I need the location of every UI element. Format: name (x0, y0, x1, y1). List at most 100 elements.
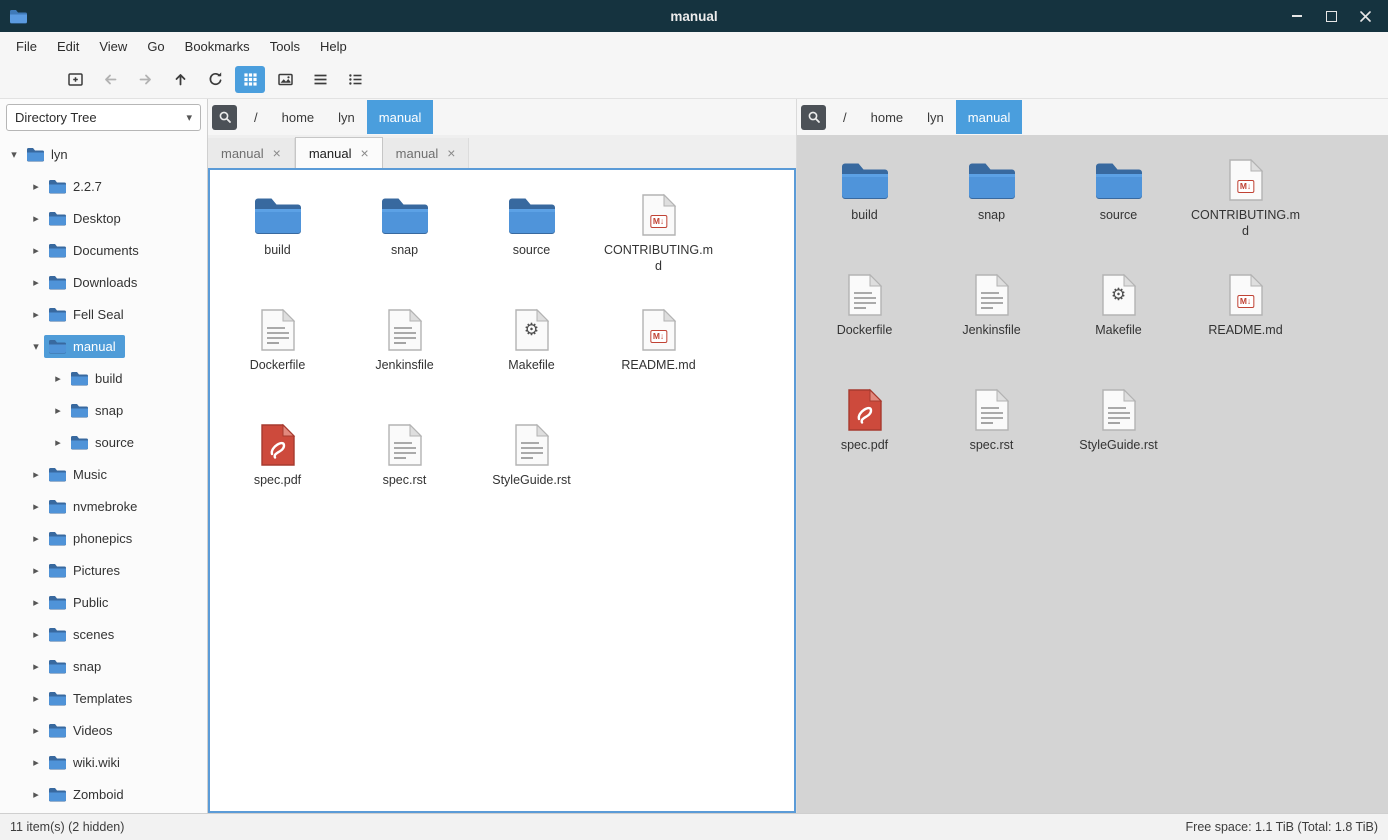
tree-item[interactable]: ▸ Zomboid (0, 778, 207, 810)
expander-icon[interactable]: ▾ (6, 148, 22, 161)
tree-item[interactable]: ▸ snap (0, 650, 207, 682)
tree-item[interactable]: ▾ manual (0, 330, 207, 362)
expander-icon[interactable]: ▸ (28, 564, 44, 577)
menu-item[interactable]: Go (137, 35, 174, 58)
expander-icon[interactable]: ▸ (28, 532, 44, 545)
menu-item[interactable]: View (89, 35, 137, 58)
file-item[interactable]: build (214, 180, 341, 289)
tree-item[interactable]: ▾ lyn (0, 138, 207, 170)
refresh-button[interactable] (200, 66, 230, 93)
file-item[interactable]: source (468, 180, 595, 289)
new-tab-button[interactable] (60, 66, 90, 93)
close-icon[interactable] (1358, 9, 1372, 23)
file-item[interactable]: spec.pdf (801, 375, 928, 484)
tab-close-icon[interactable]: × (273, 146, 281, 160)
file-item[interactable]: ⚙ Makefile (1055, 260, 1182, 369)
expander-icon[interactable]: ▾ (28, 340, 44, 353)
expander-icon[interactable]: ▸ (28, 500, 44, 513)
tree-item-body[interactable]: snap (66, 399, 132, 422)
file-view[interactable]: build snap source M↓ CONTRIBUTING.md (208, 168, 796, 813)
menu-item[interactable]: Bookmarks (175, 35, 260, 58)
up-button[interactable] (165, 66, 195, 93)
expander-icon[interactable]: ▸ (28, 308, 44, 321)
file-item[interactable]: snap (341, 180, 468, 289)
tree-item[interactable]: ▸ Templates (0, 682, 207, 714)
menu-item[interactable]: Edit (47, 35, 89, 58)
tree-item-body[interactable]: scenes (44, 623, 123, 646)
tree-item-body[interactable]: Documents (44, 239, 148, 262)
tree-item[interactable]: ▸ phonepics (0, 522, 207, 554)
expander-icon[interactable]: ▸ (28, 212, 44, 225)
tree-item[interactable]: ▸ Desktop (0, 202, 207, 234)
file-item[interactable]: Dockerfile (801, 260, 928, 369)
tree-item[interactable]: ▸ Music (0, 458, 207, 490)
expander-icon[interactable]: ▸ (28, 788, 44, 801)
tab[interactable]: manual × (383, 138, 470, 168)
tree-item-body[interactable]: snap (44, 655, 110, 678)
titlebar[interactable]: manual (0, 0, 1388, 32)
tree-item-body[interactable]: 2.2.7 (44, 175, 111, 198)
expander-icon[interactable]: ▸ (28, 468, 44, 481)
file-item[interactable]: M↓ CONTRIBUTING.md (595, 180, 722, 289)
tree-item-body[interactable]: lyn (22, 143, 77, 166)
file-item[interactable]: M↓ README.md (1182, 260, 1309, 369)
tree-item-body[interactable]: Music (44, 463, 116, 486)
file-item[interactable]: M↓ CONTRIBUTING.md (1182, 145, 1309, 254)
expander-icon[interactable]: ▸ (28, 244, 44, 257)
file-view[interactable]: build snap source M↓ CONTRIBUTING.md (797, 135, 1388, 813)
tree-item-body[interactable]: Public (44, 591, 117, 614)
file-item[interactable]: ⚙ Makefile (468, 295, 595, 404)
sidebar-mode-select[interactable]: Directory Tree ▾ (6, 104, 201, 131)
tree-item-body[interactable]: wiki.wiki (44, 751, 129, 774)
expander-icon[interactable]: ▸ (28, 628, 44, 641)
menu-item[interactable]: Help (310, 35, 357, 58)
breadcrumb-item[interactable]: home (859, 100, 916, 134)
file-item[interactable]: spec.pdf (214, 410, 341, 519)
tree-item-body[interactable]: phonepics (44, 527, 141, 550)
breadcrumb-item[interactable]: / (831, 100, 859, 134)
tree-item[interactable]: ▸ build (0, 362, 207, 394)
breadcrumb-item[interactable]: home (270, 100, 327, 134)
file-item[interactable]: snap (928, 145, 1055, 254)
file-item[interactable]: spec.rst (341, 410, 468, 519)
tree-item-body[interactable]: Desktop (44, 207, 130, 230)
expander-icon[interactable]: ▸ (50, 372, 66, 385)
tree-item[interactable]: ▸ Downloads (0, 266, 207, 298)
tab[interactable]: manual × (295, 137, 383, 168)
menu-item[interactable]: File (6, 35, 47, 58)
tree-item-body[interactable]: Fell Seal (44, 303, 133, 326)
tree-item[interactable]: ▸ Documents (0, 234, 207, 266)
expander-icon[interactable]: ▸ (28, 660, 44, 673)
file-item[interactable]: Dockerfile (214, 295, 341, 404)
tree-item[interactable]: ▸ snap (0, 394, 207, 426)
expander-icon[interactable]: ▸ (28, 692, 44, 705)
tree-item[interactable]: ▸ Public (0, 586, 207, 618)
breadcrumb-item[interactable]: / (242, 100, 270, 134)
file-item[interactable]: source (1055, 145, 1182, 254)
tree-item-body[interactable]: build (66, 367, 131, 390)
tree-item-body[interactable]: Downloads (44, 271, 146, 294)
expander-icon[interactable]: ▸ (50, 404, 66, 417)
breadcrumb-item[interactable]: manual (956, 100, 1023, 134)
file-item[interactable]: StyleGuide.rst (468, 410, 595, 519)
menu-item[interactable]: Tools (260, 35, 310, 58)
breadcrumb-item[interactable]: lyn (326, 100, 367, 134)
tree-item-body[interactable]: Zomboid (44, 783, 133, 806)
tab[interactable]: manual × (208, 138, 295, 168)
file-item[interactable]: StyleGuide.rst (1055, 375, 1182, 484)
detailed-list-view-button[interactable] (340, 66, 370, 93)
tree-item-body[interactable]: Templates (44, 687, 141, 710)
maximize-icon[interactable] (1324, 9, 1338, 23)
path-edit-button[interactable] (212, 105, 237, 130)
tree-item[interactable]: ▸ Fell Seal (0, 298, 207, 330)
tab-close-icon[interactable]: × (447, 146, 455, 160)
tree-item[interactable]: ▸ source (0, 426, 207, 458)
forward-button[interactable] (130, 66, 160, 93)
expander-icon[interactable]: ▸ (28, 276, 44, 289)
tree-item[interactable]: ▸ nvmebroke (0, 490, 207, 522)
file-item[interactable]: Jenkinsfile (341, 295, 468, 404)
back-button[interactable] (95, 66, 125, 93)
expander-icon[interactable]: ▸ (28, 756, 44, 769)
tree-item-body[interactable]: Videos (44, 719, 122, 742)
compact-view-button[interactable] (305, 66, 335, 93)
